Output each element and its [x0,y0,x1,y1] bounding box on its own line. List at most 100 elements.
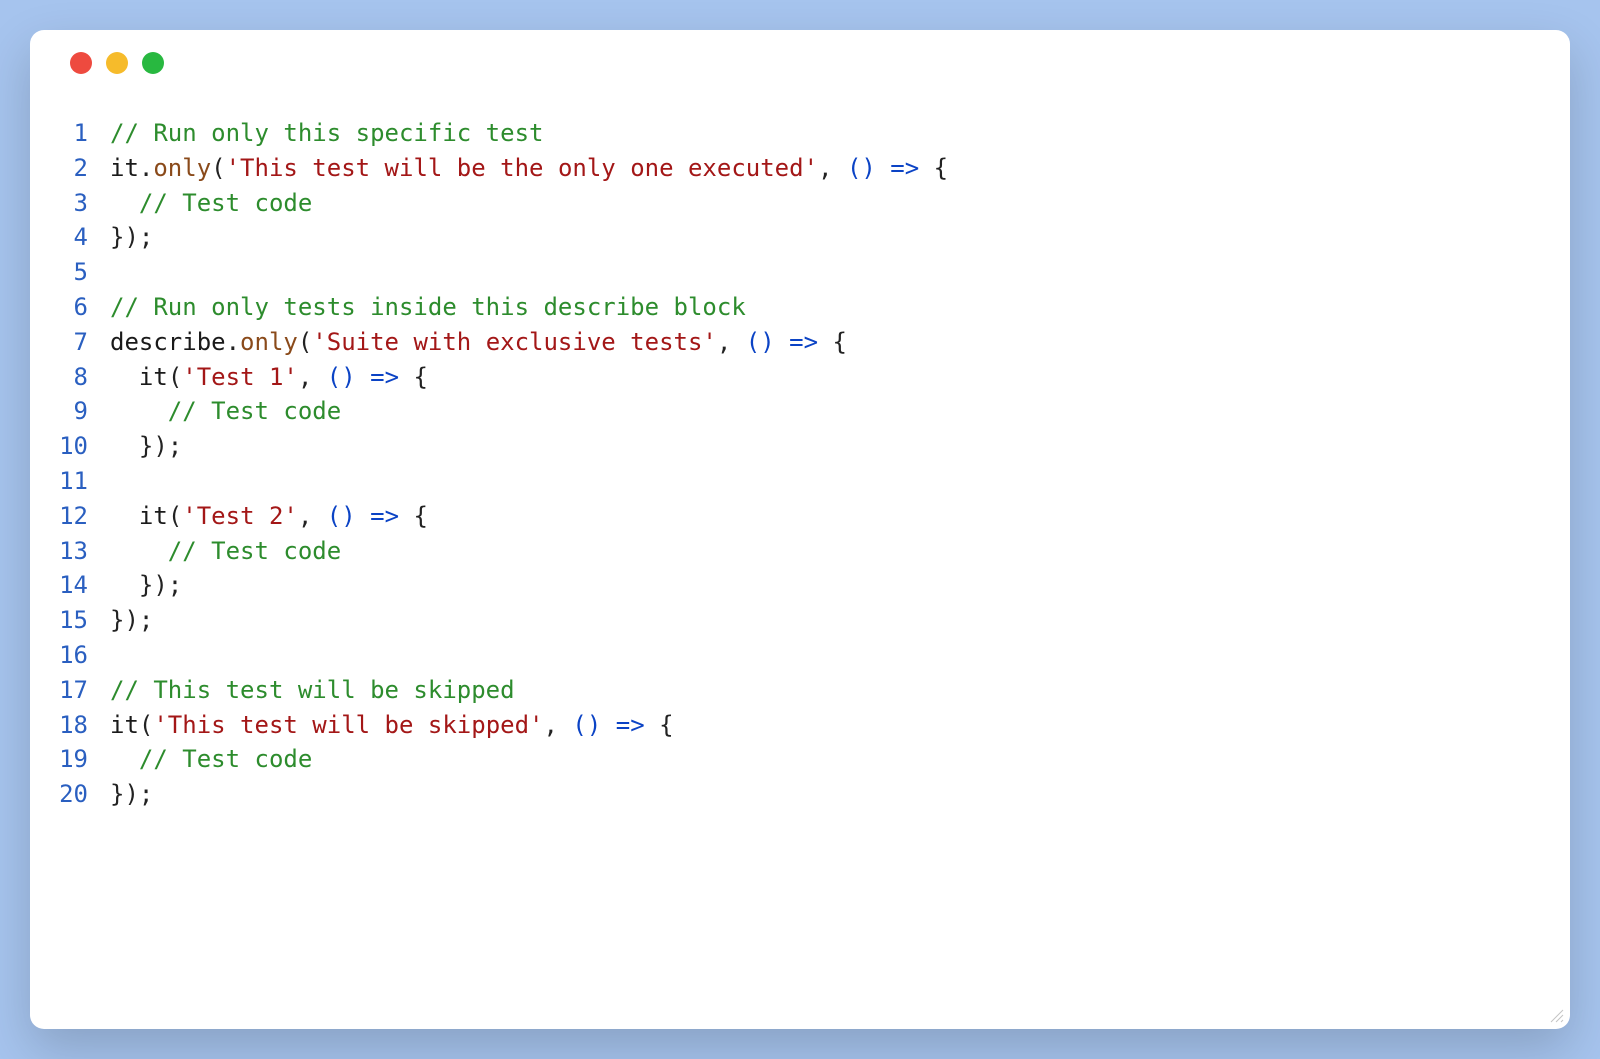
token: it [110,154,139,182]
token [110,537,168,565]
token: ( [168,502,182,530]
token: }); [110,432,182,460]
code-line[interactable]: 14 }); [30,568,1570,603]
token: . [226,328,240,356]
token: ( [211,154,225,182]
code-line[interactable]: 7describe.only('Suite with exclusive tes… [30,325,1570,360]
code-line[interactable]: 18it('This test will be skipped', () => … [30,708,1570,743]
code-line[interactable]: 15}); [30,603,1570,638]
token: { [645,711,674,739]
minimize-icon[interactable] [106,52,128,74]
token: () [327,502,356,530]
token: // Test code [168,397,341,425]
code-window: 1// Run only this specific test2it.only(… [30,30,1570,1029]
line-content[interactable]: // This test will be skipped [110,673,1570,708]
token: => [890,154,919,182]
token [356,363,370,391]
token: 'Test 2' [182,502,298,530]
token: // Run only tests inside this describe b… [110,293,746,321]
code-line[interactable]: 6// Run only tests inside this describe … [30,290,1570,325]
line-content[interactable]: // Test code [110,742,1570,777]
code-line[interactable]: 19 // Test code [30,742,1570,777]
code-line[interactable]: 2it.only('This test will be the only one… [30,151,1570,186]
line-content[interactable]: it.only('This test will be the only one … [110,151,1570,186]
code-line[interactable]: 12 it('Test 2', () => { [30,499,1570,534]
code-line[interactable]: 17// This test will be skipped [30,673,1570,708]
line-number: 8 [30,360,110,395]
code-line[interactable]: 16 [30,638,1570,673]
line-number: 3 [30,186,110,221]
code-line[interactable]: 1// Run only this specific test [30,116,1570,151]
token [110,363,139,391]
token: , [298,502,327,530]
token: () [572,711,601,739]
line-number: 13 [30,534,110,569]
line-content[interactable] [110,255,1570,290]
line-number: 9 [30,394,110,429]
line-content[interactable]: it('Test 2', () => { [110,499,1570,534]
token: it [110,711,139,739]
code-line[interactable]: 3 // Test code [30,186,1570,221]
token: }); [110,780,153,808]
token: it [139,363,168,391]
token: 'This test will be skipped' [153,711,543,739]
line-number: 5 [30,255,110,290]
code-line[interactable]: 5 [30,255,1570,290]
token [110,502,139,530]
code-line[interactable]: 20}); [30,777,1570,812]
line-content[interactable]: }); [110,777,1570,812]
line-content[interactable]: describe.only('Suite with exclusive test… [110,325,1570,360]
line-number: 18 [30,708,110,743]
token [110,397,168,425]
line-content[interactable]: // Run only tests inside this describe b… [110,290,1570,325]
token: () [847,154,876,182]
token [356,502,370,530]
line-content[interactable]: }); [110,568,1570,603]
token: only [153,154,211,182]
token: => [370,363,399,391]
token: , [818,154,847,182]
token: // Run only this specific test [110,119,543,147]
line-content[interactable]: // Test code [110,186,1570,221]
line-number: 15 [30,603,110,638]
code-editor[interactable]: 1// Run only this specific test2it.only(… [30,96,1570,1029]
line-number: 4 [30,220,110,255]
token: }); [110,606,153,634]
line-content[interactable]: it('Test 1', () => { [110,360,1570,395]
line-content[interactable]: it('This test will be skipped', () => { [110,708,1570,743]
close-icon[interactable] [70,52,92,74]
token: // Test code [168,537,341,565]
token [775,328,789,356]
code-line[interactable]: 11 [30,464,1570,499]
line-content[interactable]: // Test code [110,394,1570,429]
token [110,189,139,217]
token: => [616,711,645,739]
token: , [298,363,327,391]
code-line[interactable]: 10 }); [30,429,1570,464]
line-number: 12 [30,499,110,534]
code-line[interactable]: 8 it('Test 1', () => { [30,360,1570,395]
token: . [139,154,153,182]
token [876,154,890,182]
resize-handle-icon[interactable] [1548,1007,1564,1023]
line-content[interactable] [110,464,1570,499]
line-content[interactable]: }); [110,220,1570,255]
line-content[interactable]: }); [110,603,1570,638]
line-content[interactable]: }); [110,429,1570,464]
code-line[interactable]: 9 // Test code [30,394,1570,429]
token: { [919,154,948,182]
token: // Test code [139,189,312,217]
code-line[interactable]: 4}); [30,220,1570,255]
token: ( [298,328,312,356]
token: describe [110,328,226,356]
line-content[interactable]: // Test code [110,534,1570,569]
line-number: 16 [30,638,110,673]
line-content[interactable]: // Run only this specific test [110,116,1570,151]
line-content[interactable] [110,638,1570,673]
zoom-icon[interactable] [142,52,164,74]
token: 'This test will be the only one executed… [226,154,818,182]
token: () [746,328,775,356]
code-line[interactable]: 13 // Test code [30,534,1570,569]
token: ( [168,363,182,391]
token [110,745,139,773]
